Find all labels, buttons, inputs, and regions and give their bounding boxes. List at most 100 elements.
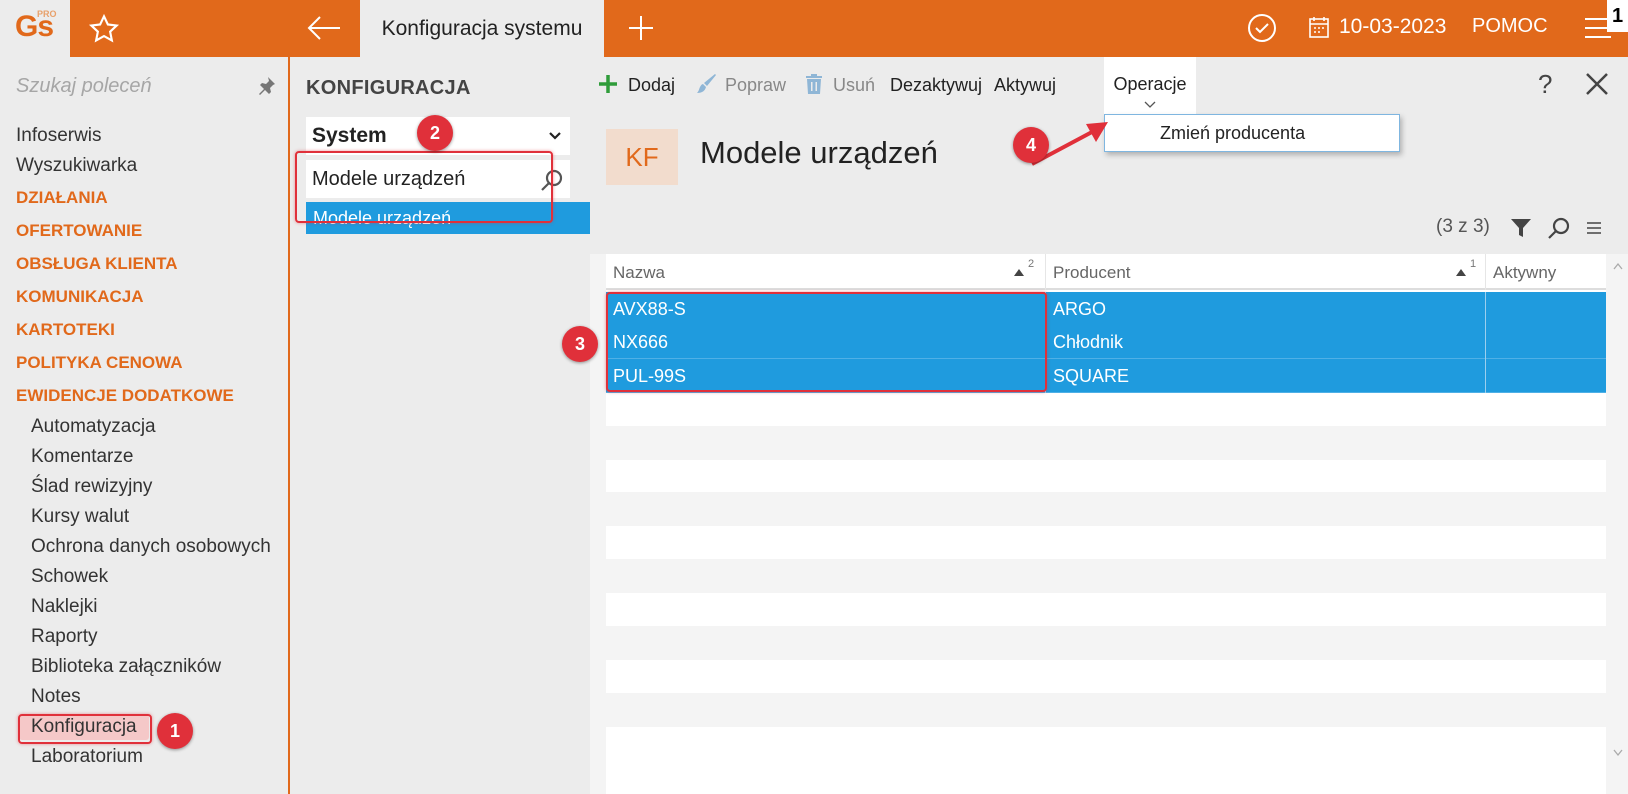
config-panel: KONFIGURACJA System Modele urządzeń Mode… — [292, 57, 590, 794]
scroll-down-icon[interactable] — [1613, 749, 1623, 757]
sidebar-item[interactable]: KARTOTEKI — [0, 313, 288, 346]
activate-button[interactable]: Aktywuj — [994, 57, 1056, 114]
menu-item-zmien-producenta[interactable]: Zmień producenta — [1160, 123, 1305, 143]
sidebar-item-label: DZIAŁANIA — [16, 188, 108, 207]
sort-asc-icon — [1456, 269, 1466, 276]
sidebar-item[interactable]: Automatyzacja — [0, 412, 288, 442]
tab-konfiguracja-systemu[interactable]: Konfiguracja systemu — [360, 0, 604, 57]
add-button[interactable]: Dodaj — [628, 57, 675, 114]
top-bar: Gs PRO Konfiguracja systemu 10-03-2023 P… — [0, 0, 1628, 57]
empty-row — [606, 726, 1606, 760]
deactivate-button[interactable]: Dezaktywuj — [890, 57, 982, 114]
annotation-box-1 — [18, 714, 152, 744]
sidebar-item-label: Automatyzacja — [31, 416, 156, 437]
empty-row — [606, 692, 1606, 727]
empty-row — [606, 392, 1606, 426]
sidebar-item[interactable]: Infoserwis — [0, 121, 288, 151]
cell-aktywny — [1486, 359, 1606, 393]
config-section-value: System — [312, 124, 387, 147]
sidebar-item[interactable]: Kursy walut — [0, 502, 288, 532]
data-grid: Nazwa 2 Producent 1 Aktywny AVX88-S ARGO N… — [606, 254, 1606, 794]
sidebar-item-label: KOMUNIKACJA — [16, 287, 144, 306]
trash-icon[interactable] — [802, 72, 826, 96]
command-search-input[interactable]: Szukaj poleceń — [16, 75, 152, 98]
edit-brush-icon[interactable] — [694, 72, 718, 96]
view-badge: KF — [606, 129, 678, 185]
help-button[interactable]: ? — [1538, 69, 1552, 100]
sidebar-item-label: Notes — [31, 686, 81, 707]
cell-aktywny — [1486, 325, 1606, 359]
sidebar-item[interactable]: Wyszukiwarka — [0, 151, 288, 181]
column-label: Aktywny — [1493, 263, 1557, 282]
sidebar-item-label: Kursy walut — [31, 506, 130, 527]
sidebar-item-label: Infoserwis — [16, 125, 102, 146]
annotation-badge-4: 4 — [1013, 127, 1049, 163]
sidebar-item[interactable]: Komentarze — [0, 442, 288, 472]
sidebar: Szukaj poleceń Infoserwis Wyszukiwarka DZI… — [0, 57, 290, 794]
sidebar-item[interactable]: KOMUNIKACJA — [0, 280, 288, 313]
sidebar-item[interactable]: Schowek — [0, 562, 288, 592]
sidebar-item[interactable]: Naklejki — [0, 592, 288, 622]
sidebar-item-label: Biblioteka załączników — [31, 656, 222, 677]
operations-button[interactable]: Operacje — [1104, 57, 1196, 114]
cell-producent: ARGO — [1046, 292, 1486, 326]
search-icon[interactable] — [1548, 217, 1570, 239]
edit-button[interactable]: Popraw — [725, 57, 786, 114]
cell-producent: SQUARE — [1046, 358, 1486, 393]
back-arrow-icon[interactable] — [306, 12, 342, 44]
page-title: Modele urządzeń — [700, 135, 938, 170]
grid-header: Nazwa 2 Producent 1 Aktywny — [606, 254, 1606, 290]
list-menu-icon[interactable] — [1586, 220, 1602, 236]
sidebar-item[interactable]: DZIAŁANIA — [0, 181, 288, 214]
empty-row — [606, 659, 1606, 693]
empty-row — [606, 559, 1606, 594]
empty-row — [606, 492, 1606, 527]
corner-badge: 1 — [1607, 0, 1628, 32]
sidebar-item-label: Ślad rewizyjny — [31, 476, 153, 497]
sidebar-item[interactable]: Laboratorium — [0, 742, 288, 772]
sidebar-item[interactable]: Ślad rewizyjny — [0, 472, 288, 502]
scroll-up-icon[interactable] — [1613, 262, 1623, 270]
sidebar-item[interactable]: Notes — [0, 682, 288, 712]
app-logo[interactable]: Gs PRO — [0, 0, 70, 57]
empty-row — [606, 626, 1606, 660]
operations-label: Operacje — [1113, 74, 1187, 94]
close-icon[interactable] — [1584, 71, 1610, 97]
tasks-check-icon[interactable] — [1246, 12, 1278, 44]
new-tab-plus-icon[interactable] — [626, 12, 656, 44]
sidebar-item[interactable]: Raporty — [0, 622, 288, 652]
sort-index: 2 — [1028, 258, 1035, 270]
sidebar-item-label: Raporty — [31, 626, 98, 647]
sidebar-item[interactable]: OBSŁUGA KLIENTA — [0, 247, 288, 280]
sidebar-item[interactable]: EWIDENCJE DODATKOWE — [0, 379, 288, 412]
add-plus-icon[interactable] — [596, 72, 620, 96]
toolbar: Dodaj Popraw Usuń Dezaktywuj Aktywuj Ope… — [590, 57, 1628, 114]
help-link[interactable]: POMOC — [1472, 15, 1548, 38]
annotation-box-2 — [295, 151, 553, 223]
pin-icon[interactable] — [256, 76, 276, 98]
sidebar-item[interactable]: Ochrona danych osobowych — [0, 532, 288, 562]
delete-button[interactable]: Usuń — [833, 57, 875, 114]
sidebar-item-label: KARTOTEKI — [16, 320, 115, 339]
column-header-producent[interactable]: Producent 1 — [1046, 254, 1486, 290]
chevron-down-icon — [1144, 101, 1156, 108]
sidebar-item[interactable]: POLITYKA CENOWA — [0, 346, 288, 379]
sidebar-item-label: Wyszukiwarka — [16, 155, 138, 176]
column-header-aktywny[interactable]: Aktywny — [1486, 254, 1606, 290]
sidebar-item[interactable]: OFERTOWANIE — [0, 214, 288, 247]
sidebar-nav: Infoserwis Wyszukiwarka DZIAŁANIA OFERTOWAN… — [0, 121, 288, 772]
column-label: Producent — [1053, 263, 1131, 282]
sort-asc-icon — [1014, 269, 1024, 276]
current-date[interactable]: 10-03-2023 — [1339, 15, 1446, 39]
empty-row — [606, 459, 1606, 493]
star-icon[interactable] — [88, 13, 120, 45]
calendar-icon[interactable] — [1309, 16, 1329, 38]
column-header-nazwa[interactable]: Nazwa 2 — [606, 254, 1046, 290]
column-label: Nazwa — [613, 263, 665, 282]
empty-row — [606, 526, 1606, 560]
sidebar-item[interactable]: Biblioteka załączników — [0, 652, 288, 682]
filter-icon[interactable] — [1510, 217, 1532, 239]
empty-row — [606, 593, 1606, 627]
sidebar-item-label: EWIDENCJE DODATKOWE — [16, 386, 234, 405]
grid-scrollbar[interactable] — [1610, 254, 1626, 794]
